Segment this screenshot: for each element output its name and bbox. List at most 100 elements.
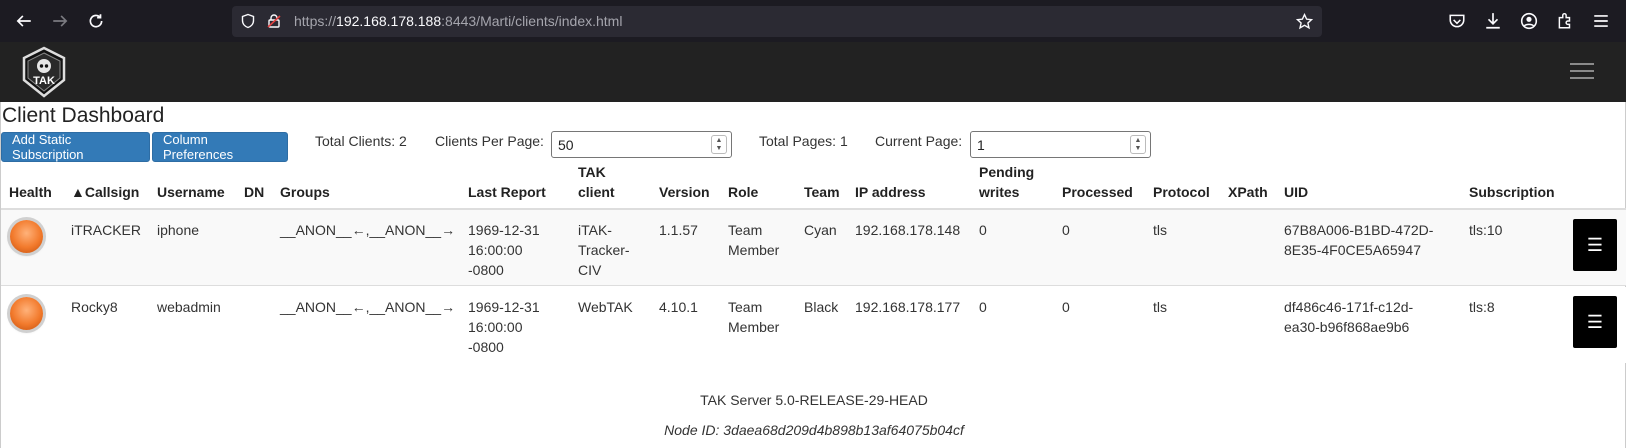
cell-username: iphone [157,222,200,238]
cell-ip-address: 192.168.178.177 [855,299,961,315]
total-pages: Total Pages: 1 [759,133,848,149]
hamburger-icon: ☰ [1586,235,1604,255]
cell-role: Member [728,242,780,258]
url-scheme: https:// [294,13,337,29]
url-path: :8443/Marti/clients/index.html [441,13,623,29]
current-page-label: Current Page: [875,133,963,149]
cell-last-report-time: 16:00:00 [468,319,523,335]
lock-warning-icon[interactable] [266,13,282,29]
tak-logo[interactable]: TAK [20,46,68,98]
spinner-icon[interactable]: ▲ ▼ [1130,135,1146,154]
bookmark-star-icon[interactable] [1296,13,1313,30]
cell-uid: 8E35-4F0CE5A65947 [1284,242,1421,258]
header-groups[interactable]: Groups [280,182,330,202]
cell-last-report-date: 1969-12-31 [468,299,540,315]
cell-uid: ea30-b96f868ae9b6 [1284,319,1410,335]
current-page-input[interactable]: 1 ▲ ▼ [970,131,1151,158]
header-uid[interactable]: UID [1284,182,1308,202]
cell-tak-client: Tracker- [578,242,630,258]
cell-version: 1.1.57 [659,222,698,238]
cell-team: Cyan [804,222,837,238]
cell-protocol: tls [1153,299,1167,315]
header-ip-address[interactable]: IP address [855,182,926,202]
header-role[interactable]: Role [728,182,758,202]
cell-uid: 67B8A006-B1BD-472D- [1284,222,1434,238]
header-tak-client-line2[interactable]: client [578,182,615,202]
header-pending-line2[interactable]: writes [979,182,1019,202]
cell-last-report-tz: -0800 [468,262,504,278]
header-health[interactable]: Health [9,182,52,202]
cell-role: Team [728,299,763,315]
header-pending-line1[interactable]: Pending [979,162,1034,182]
back-arrow-icon[interactable] [6,3,42,39]
header-last-report[interactable]: Last Report [468,182,546,202]
url-text[interactable]: https://192.168.178.188:8443/Marti/clien… [294,13,622,29]
cell-username: webadmin [157,299,221,315]
header-subscription[interactable]: Subscription [1469,182,1555,202]
cell-last-report-date: 1969-12-31 [468,222,540,238]
cell-groups: __ANON__←,__ANON__→ [280,222,456,238]
clients-per-page-value: 50 [558,137,574,153]
shield-icon[interactable] [240,13,256,29]
url-bar[interactable]: https://192.168.178.188:8443/Marti/clien… [232,6,1322,37]
cell-tak-client: iTAK- [578,222,612,238]
header-callsign[interactable]: ▲Callsign [71,182,139,202]
node-id: Node ID: 3daea68d209d4b898b13af64075b04c… [664,422,964,438]
header-dn[interactable]: DN [244,182,264,202]
table-row[interactable]: Rocky8 webadmin __ANON__←,__ANON__→ 1969… [1,287,1626,363]
cell-ip-address: 192.168.178.148 [855,222,961,238]
cell-callsign: iTRACKER [71,222,142,238]
pocket-icon[interactable] [1448,12,1466,30]
header-processed[interactable]: Processed [1062,182,1133,202]
add-static-subscription-button[interactable]: Add Static Subscription [1,132,150,162]
cell-version: 4.10.1 [659,299,698,315]
cell-tak-client: WebTAK [578,299,633,315]
cell-role: Team [728,222,763,238]
cell-pending-writes: 0 [979,222,987,238]
cell-protocol: tls [1153,222,1167,238]
header-tak-client-line1[interactable]: TAK [578,162,606,182]
forward-arrow-icon[interactable] [42,3,78,39]
cell-groups: __ANON__←,__ANON__→ [280,299,456,315]
row-menu-button[interactable]: ☰ [1573,219,1617,271]
header-version[interactable]: Version [659,182,710,202]
cell-processed: 0 [1062,299,1070,315]
account-icon[interactable] [1520,12,1538,30]
header-xpath[interactable]: XPath [1228,182,1268,202]
cell-uid: df486c46-171f-c12d- [1284,299,1414,315]
page-title: Client Dashboard [2,104,165,127]
hamburger-icon: ☰ [1586,312,1604,332]
download-icon[interactable] [1484,12,1502,30]
cell-subscription: tls:8 [1469,299,1495,315]
url-host: 192.168.178.188 [336,13,442,29]
health-indicator-icon [10,297,43,330]
extensions-icon[interactable] [1556,12,1574,30]
clients-per-page-input[interactable]: 50 ▲ ▼ [551,131,732,158]
spinner-icon[interactable]: ▲ ▼ [711,135,727,154]
server-version: TAK Server 5.0-RELEASE-29-HEAD [700,392,928,408]
cell-subscription: tls:10 [1469,222,1503,238]
cell-role: Member [728,319,780,335]
cell-processed: 0 [1062,222,1070,238]
total-clients: Total Clients: 2 [315,133,407,149]
cell-callsign: Rocky8 [71,299,118,315]
browser-toolbar: https://192.168.178.188:8443/Marti/clien… [0,0,1626,42]
header-protocol[interactable]: Protocol [1153,182,1210,202]
cell-tak-client: CIV [578,262,602,278]
cell-last-report-tz: -0800 [468,339,504,355]
browser-menu-icon[interactable] [1592,12,1610,30]
header-team[interactable]: Team [804,182,840,202]
reload-icon[interactable] [78,3,114,39]
table-row[interactable]: iTRACKER iphone __ANON__←,__ANON__→ 1969… [1,210,1626,286]
row-menu-button[interactable]: ☰ [1573,296,1617,348]
column-preferences-button[interactable]: Column Preferences [152,132,288,162]
cell-team: Black [804,299,839,315]
dashboard-page: Client Dashboard Add Static Subscription… [0,102,1626,448]
logo-text: TAK [33,75,55,87]
current-page-value: 1 [977,137,985,153]
header-username[interactable]: Username [157,182,225,202]
app-navbar: TAK [0,42,1626,102]
cell-pending-writes: 0 [979,299,987,315]
cell-last-report-time: 16:00:00 [468,242,523,258]
navbar-menu-icon[interactable] [1570,58,1594,82]
